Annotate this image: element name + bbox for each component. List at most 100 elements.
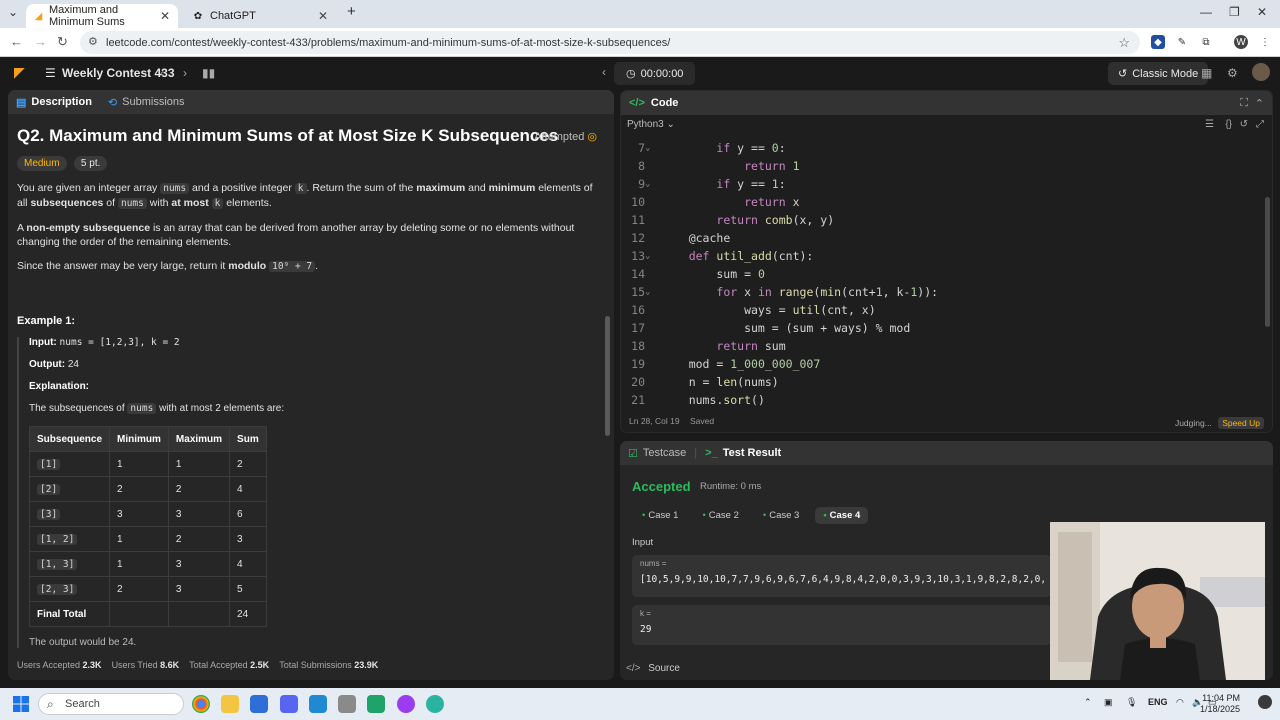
description-scrollbar[interactable] [605,116,610,676]
nums-value: [10,5,9,9,10,10,7,7,9,6,9,6,7,6,4,9,8,4,… [640,574,1044,585]
maximize-icon[interactable]: ❐ [1229,5,1240,19]
subsequence-table: Subsequence Minimum Maximum Sum [1] 1 1 2 [… [28,426,267,627]
code-line[interactable]: 21 nums.sort() [621,391,1272,409]
taskbar-search-input[interactable]: ⌕ Search [38,693,184,715]
case-tab[interactable]: • Case 2 [694,507,746,524]
app-green-icon[interactable] [367,695,385,713]
source-toggle[interactable]: </> Source [626,663,680,674]
leetcode-top-nav: ◤ ☰ Weekly Contest 433 ‹ › ▮▮ ‹ ◷ 00:00:… [0,57,1280,90]
fullscreen-icon[interactable]: ⛶ [1240,97,1248,110]
tray-app-icon[interactable]: ▣ [1104,697,1113,708]
app-blue-icon[interactable] [250,695,268,713]
editor-scrollbar[interactable] [1265,137,1270,403]
case-tab[interactable]: • Case 1 [634,507,686,524]
discord-icon[interactable] [280,695,298,713]
browser-menu-icon[interactable]: ⋮ [1258,35,1272,49]
k-input-box: k = 29 [632,605,1052,645]
app-gray-icon[interactable] [338,695,356,713]
code-line[interactable]: 7 ⌄ if y == 0: [621,139,1272,157]
braces-icon[interactable]: {} [1225,119,1232,130]
site-info-icon[interactable]: ⚙ [88,35,98,48]
expand-editor-icon[interactable]: ⤢ [1256,119,1264,130]
close-tab-icon[interactable]: ✕ [160,9,170,23]
contest-title[interactable]: Weekly Contest 433 [62,66,175,80]
user-avatar[interactable] [1252,63,1270,81]
code-text: @cache [688,231,731,245]
collapse-panel-icon[interactable]: ⌃ [1255,97,1264,110]
fold-chevron-icon[interactable]: ⌄ [645,283,650,301]
collapse-timer-icon[interactable]: ‹ [602,65,606,79]
problem-list-icon[interactable]: ☰ [45,66,56,80]
chrome-icon[interactable] [192,695,210,713]
browser-tab-chatgpt[interactable]: ✿ ChatGPT ✕ [184,4,336,28]
fold-chevron-icon[interactable]: ⌄ [645,139,650,157]
code-line[interactable]: 12 @cache [621,229,1272,247]
code-line[interactable]: 9 ⌄ if y == 1: [621,175,1272,193]
code-line[interactable]: 16 ways = util(cnt, x) [621,301,1272,319]
app-teal-icon[interactable] [426,695,444,713]
tab-list-icon[interactable]: ⌄ [8,5,18,19]
vscode-icon[interactable] [309,695,327,713]
microphone-icon[interactable]: 🎙 [1126,697,1137,708]
new-tab-icon[interactable]: + [347,3,356,20]
tab-test-result[interactable]: >_ Test Result [697,447,789,459]
stats-chart-icon[interactable]: ▮▮ [202,66,215,80]
tab-testcase[interactable]: ☑ Testcase [620,447,694,460]
format-icon[interactable]: ☰ [1205,119,1214,130]
notification-icon[interactable] [1258,695,1272,709]
file-explorer-icon[interactable] [221,695,239,713]
close-window-icon[interactable]: ✕ [1257,5,1267,19]
reset-code-icon[interactable]: ↺ [1240,119,1248,130]
leetcode-logo-icon[interactable]: ◤ [14,64,25,81]
cursor-position: Ln 28, Col 19 [629,416,680,426]
settings-gear-icon[interactable]: ⚙ [1227,66,1238,80]
contest-timer[interactable]: ◷ 00:00:00 [614,62,696,85]
language-select[interactable]: Python3 ⌄ [627,119,675,130]
fold-chevron-icon[interactable]: ⌄ [645,175,650,193]
windows-start-icon[interactable] [12,695,30,713]
code-line[interactable]: 19 mod = 1_000_000_007 [621,355,1272,373]
code-line[interactable]: 17 sum = (sum + ways) % mod [621,319,1272,337]
layout-icon[interactable]: ▦ [1201,66,1212,80]
case-tab-active[interactable]: • Case 4 [815,507,869,524]
tab-description[interactable]: ▤ Description [8,96,100,109]
table-header: Sum [229,426,267,452]
wifi-icon[interactable]: ◠ [1176,697,1184,708]
code-line[interactable]: 20 n = len(nums) [621,373,1272,391]
code-line[interactable]: 14 sum = 0 [621,265,1272,283]
reload-icon[interactable]: ↻ [57,34,68,50]
code-line[interactable]: 13 ⌄ def util_add(cnt): [621,247,1272,265]
extension-bitwarden-icon[interactable]: ◆ [1151,35,1165,49]
extension-pen-icon[interactable]: ✎ [1175,35,1189,49]
back-icon[interactable]: ← [10,34,23,49]
code-line[interactable]: 15 ⌄ for x in range(min(cnt+1, k-1)): [621,283,1272,301]
system-clock[interactable]: 11:04 PM 1/18/2025 [1200,693,1240,715]
url-input[interactable]: ⚙ leetcode.com/contest/weekly-contest-43… [80,31,1140,54]
minimize-icon[interactable]: — [1200,5,1212,19]
browser-tab-active[interactable]: ◢ Maximum and Minimum Sums ✕ [26,4,178,28]
messenger-icon[interactable] [397,695,415,713]
code-text: sum = (sum + ways) % mod [661,321,911,335]
judging-status: Judging... Speed Up [1175,417,1264,429]
case-tab[interactable]: • Case 3 [755,507,807,524]
clock-icon: ◷ [626,68,636,80]
bookmark-star-icon[interactable]: ☆ [1118,35,1130,51]
close-tab-icon[interactable]: ✕ [318,9,328,23]
fold-chevron-icon[interactable]: ⌄ [645,247,650,265]
code-line[interactable]: 18 return sum [621,337,1272,355]
next-problem-icon[interactable]: › [183,66,187,80]
prev-problem-icon[interactable]: ‹ [160,66,164,80]
profile-avatar[interactable]: W [1234,35,1248,49]
code-editor[interactable]: 7 ⌄ if y == 0: 8 return 1 9 ⌄ if y == 1: 10 r… [621,139,1272,409]
extensions-puzzle-icon[interactable]: ⧉ [1199,35,1213,49]
code-line[interactable]: 10 return x [621,193,1272,211]
tab-submissions[interactable]: ⟲ Submissions [100,96,193,109]
undo-icon: ↺ [1118,68,1128,80]
forward-icon[interactable]: → [34,34,47,49]
language-indicator[interactable]: ENG [1148,697,1168,707]
speed-up-button[interactable]: Speed Up [1218,417,1264,429]
tray-overflow-icon[interactable]: ⌃ [1084,697,1092,708]
classic-mode-button[interactable]: ↺ Classic Mode [1108,62,1209,85]
code-line[interactable]: 8 return 1 [621,157,1272,175]
code-line[interactable]: 11 return comb(x, y) [621,211,1272,229]
